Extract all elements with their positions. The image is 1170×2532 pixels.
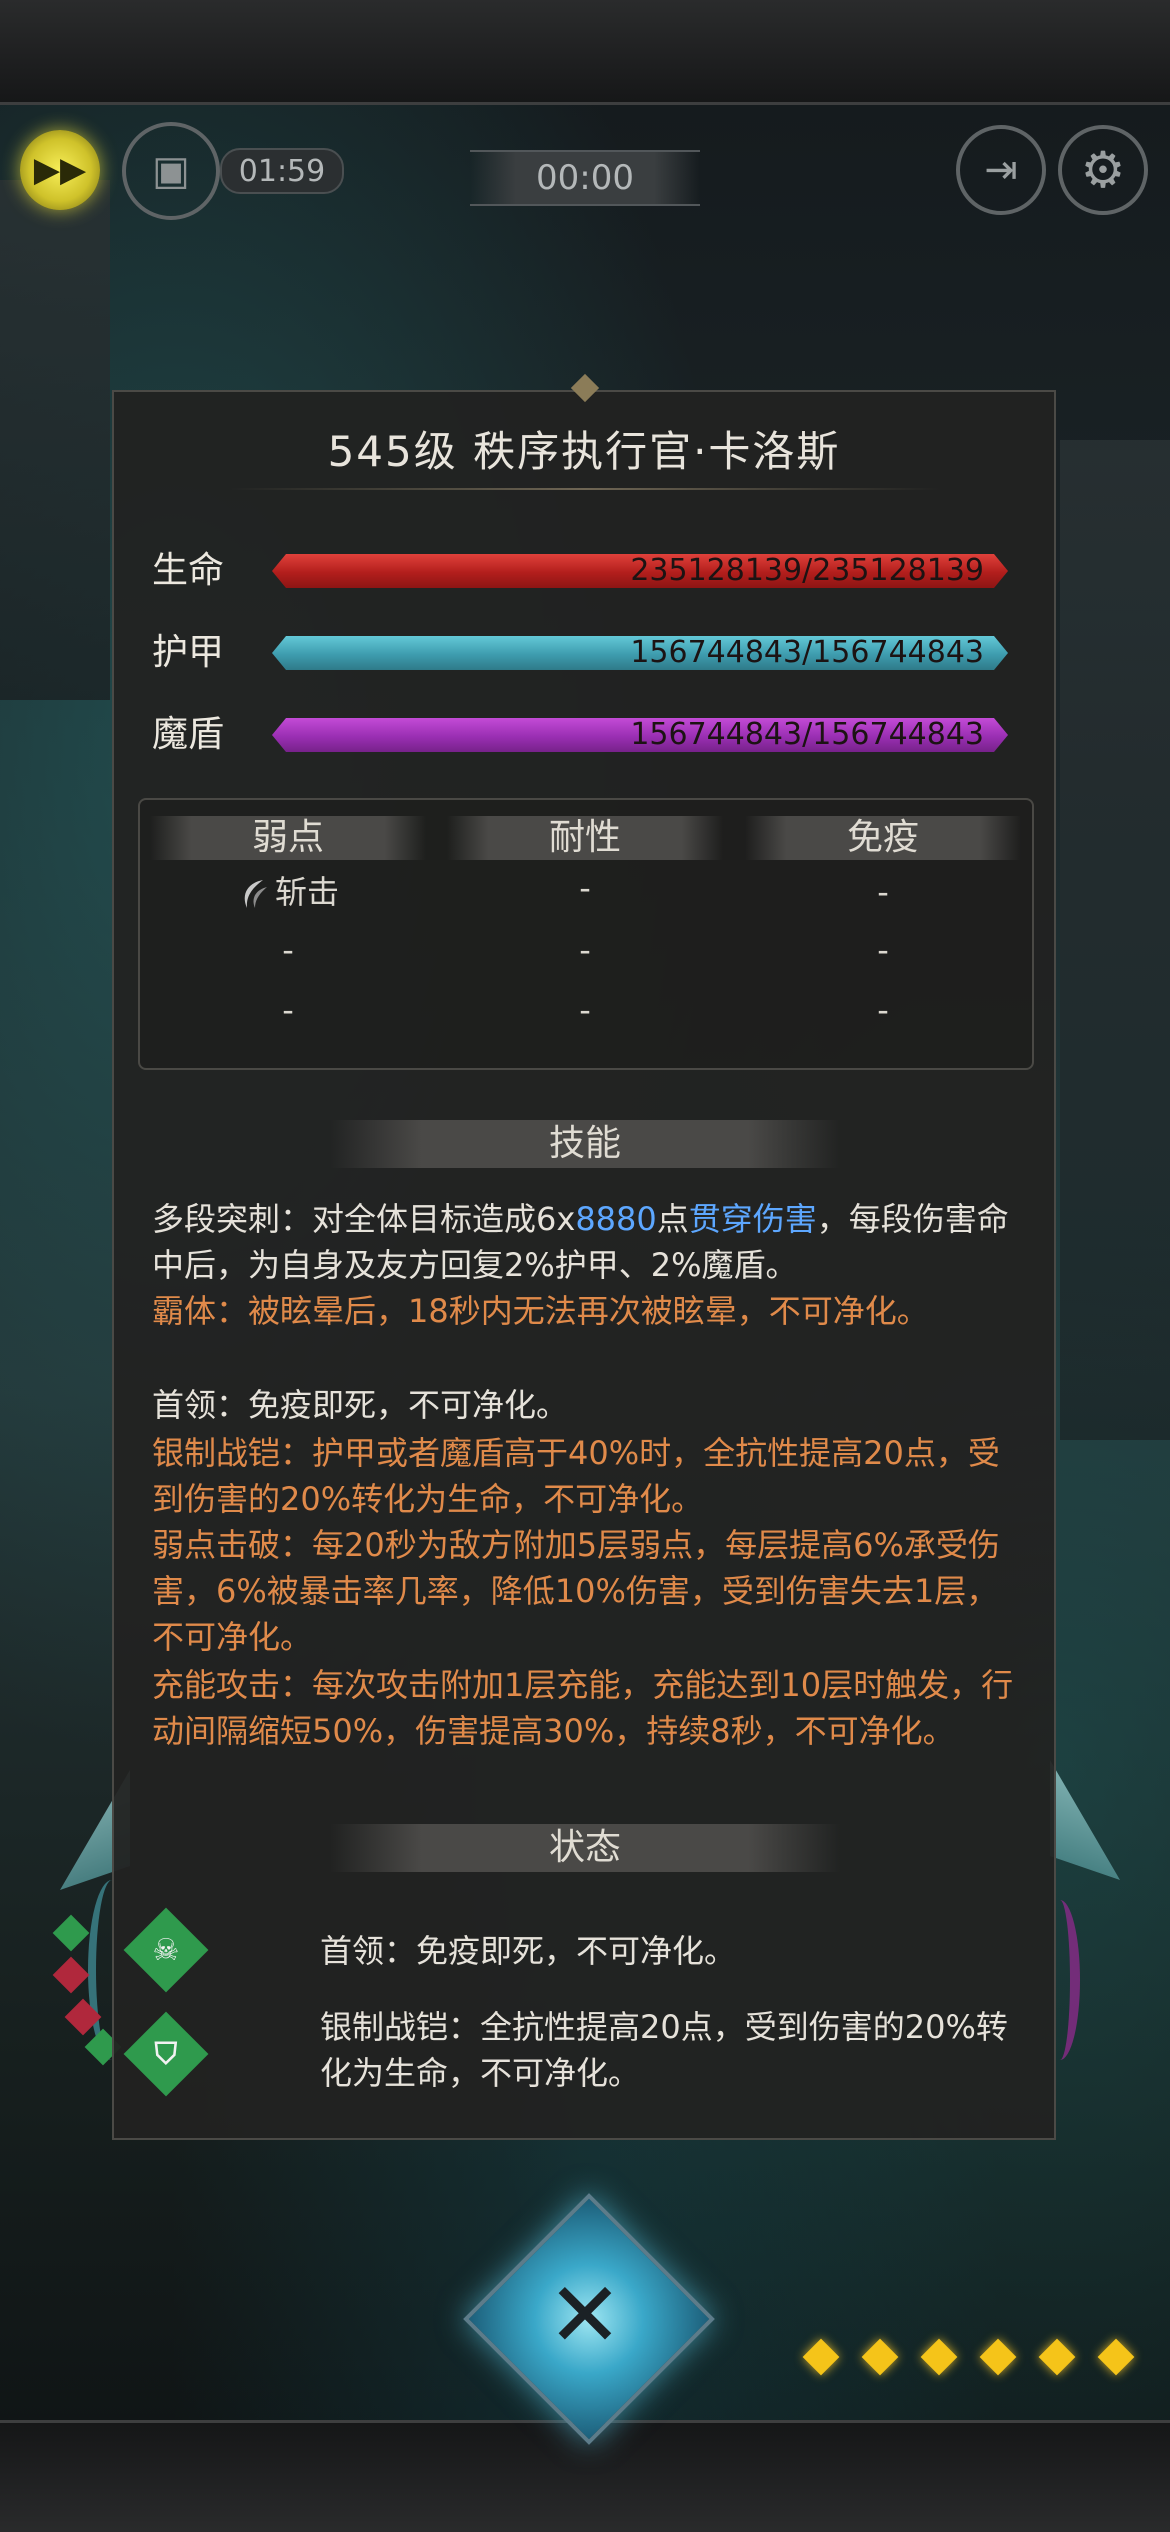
resist-cell-immunity-2: - [877,931,889,969]
energy-dot-1 [802,2338,840,2376]
boss-title: 545级 秩序执行官·卡洛斯 [327,427,841,476]
energy-dot-2 [861,2338,899,2376]
resist-cell-weakness-1: 斩击 [150,870,426,914]
energy-dot-4 [979,2338,1017,2376]
top-frame [0,0,1170,105]
stat-row-hp: 生命 235128139/235128139 [152,546,1012,596]
stat-label-shield: 魔盾 [152,714,225,755]
resist-value: 斩击 [274,873,339,911]
energy-dot-6 [1097,2338,1135,2376]
countdown-timer: 01:59 [220,148,344,194]
hp-bar: 235128139/235128139 [272,554,1008,588]
auto-battle-button[interactable]: ▣ [122,122,220,220]
resist-header-weakness: 弱点 [150,816,426,860]
stat-row-shield: 魔盾 156744843/156744843 [152,710,1012,760]
status-boss-text: 首领：免疫即死，不可净化。 [320,1932,737,1970]
resist-cell-resistance-3: - [579,991,591,1029]
resist-cell-resistance-2: - [579,931,591,969]
status-silver-armor-text: 银制战铠：全抗性提高20点，受到伤害的20%转化为生命，不可净化。 [320,2008,1008,2092]
skill-silver-armor: 银制战铠：护甲或者魔盾高于40%时，全抗性提高20点，受到伤害的20%转化为生命… [152,1434,1000,1518]
resist-cell-resistance-1: - [579,869,591,907]
exit-icon: ⇥ [984,147,1018,193]
settings-button[interactable]: ⚙ [1058,125,1148,215]
resist-cell-immunity-3: - [877,991,889,1029]
skull-icon: ☠ [152,1932,180,1968]
skill-text-part: 多段突刺：对全体目标造成6x [152,1200,576,1238]
skill-damage-type: 贯穿伤害 [688,1200,817,1238]
resist-cell-weakness-2: - [282,931,294,969]
skills-header: 技能 [330,1120,840,1168]
resist-header-immunity: 免疫 [745,816,1021,860]
eye-badge-icon [52,1956,90,1994]
energy-dot-5 [1038,2338,1076,2376]
skill-boss: 首领：免疫即死，不可净化。 [152,1386,569,1424]
resist-cell-immunity-1: - [877,873,889,911]
background-building-left [0,180,110,700]
status-header: 状态 [330,1824,840,1872]
resist-header-resistance: 耐性 [447,816,723,860]
hp-value: 235128139/235128139 [630,553,984,588]
battle-timer: 00:00 [470,150,700,206]
skill-text-part: 点 [656,1200,689,1238]
fast-forward-button[interactable]: ▶▶ [20,130,100,210]
crossed-swords-icon: ✕ [547,2262,623,2368]
skill-weakness-break: 弱点击破：每20秒为敌方附加5层弱点，每层提高6%承受伤害，6%被暴击率几率，降… [152,1526,1000,1656]
armor-value: 156744843/156744843 [630,635,984,670]
slash-icon [244,880,267,908]
skill-damage-number: 8880 [575,1200,657,1238]
title-divider [230,488,940,490]
shield-bar: 156744843/156744843 [272,718,1008,752]
fast-forward-icon: ▶▶ [33,150,87,190]
skill-super-armor: 霸体：被眩晕后，18秒内无法再次被眩晕，不可净化。 [152,1292,929,1330]
stat-label-hp: 生命 [152,550,225,591]
armor-bar: 156744843/156744843 [272,636,1008,670]
gear-icon: ⚙ [1080,141,1126,199]
shield-value: 156744843/156744843 [630,717,984,752]
energy-dot-3 [920,2338,958,2376]
exit-button[interactable]: ⇥ [956,125,1046,215]
skill-charge-attack: 充能攻击：每次攻击附加1层充能，充能达到10层时触发，行动间隔缩短50%，伤害提… [152,1666,1014,1750]
skill-multi-thrust: 多段突刺：对全体目标造成6x8880点贯穿伤害，每段伤害命中后，为自身及友方回复… [152,1196,1022,1288]
armor-shield-icon: ⛉ [154,2036,178,2072]
battle-screen: ▶▶ ▣ 01:59 00:00 ⇥ ⚙ 545级 秩序执行官·卡洛斯 生命 2… [0,0,1170,2532]
buff-badge-icon [52,1914,90,1952]
stat-label-armor: 护甲 [152,632,225,673]
auto-battle-icon: ▣ [152,148,190,194]
stat-row-armor: 护甲 156744843/156744843 [152,628,1012,678]
background-building-right [1060,440,1170,1440]
resist-cell-weakness-3: - [282,991,294,1029]
background-wing-right [1050,1760,1120,1880]
